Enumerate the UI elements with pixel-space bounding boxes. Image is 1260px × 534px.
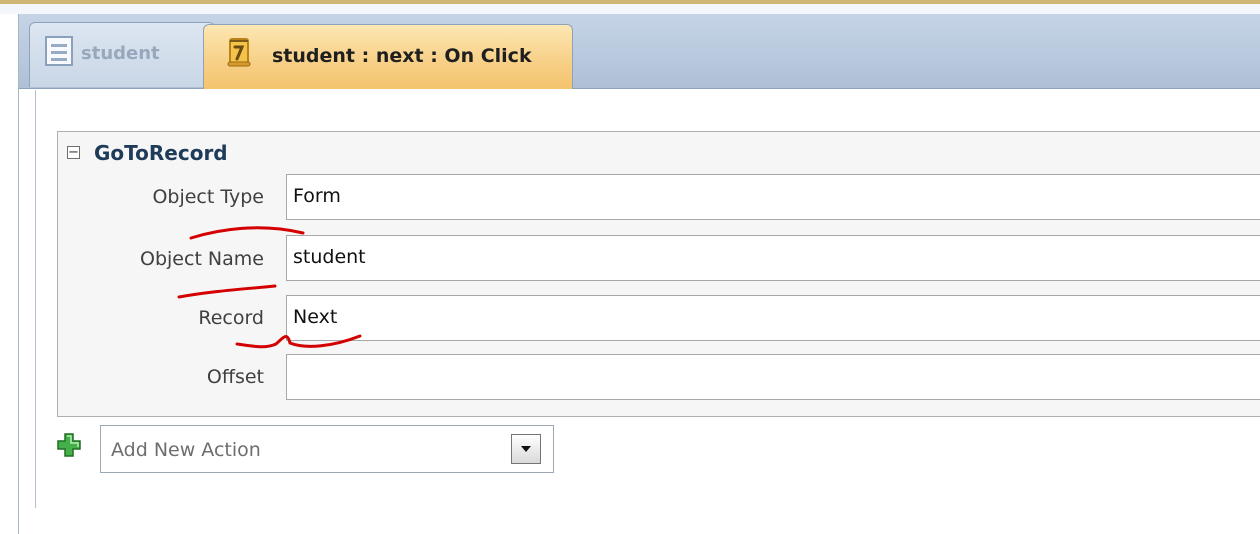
record-field[interactable]: Next [286, 295, 1260, 341]
tab-macro-on-click[interactable]: student : next : On Click [203, 24, 573, 89]
object-name-label: Object Name [140, 248, 264, 270]
tab-label: student : next : On Click [272, 45, 532, 67]
add-new-action-placeholder: Add New Action [111, 439, 261, 461]
tab-student-form[interactable]: student [29, 22, 215, 87]
offset-label: Offset [206, 366, 264, 388]
collapse-action-button[interactable]: − [67, 146, 80, 159]
form-icon [45, 36, 73, 66]
chevron-down-icon[interactable] [511, 434, 541, 464]
action-name: GoToRecord [94, 141, 228, 165]
record-label: Record [198, 307, 264, 329]
offset-field[interactable] [286, 354, 1260, 400]
plus-icon[interactable] [57, 433, 81, 457]
object-type-value: Form [293, 185, 341, 207]
object-name-value: student [293, 246, 366, 268]
window-top-band [0, 4, 1260, 14]
macro-scroll-icon [227, 38, 251, 67]
object-type-field[interactable]: Form [286, 174, 1260, 220]
record-value: Next [293, 306, 338, 328]
tab-label: student [81, 43, 160, 64]
object-type-label: Object Type [152, 186, 264, 208]
object-name-field[interactable]: student [286, 235, 1260, 281]
add-new-action-combobox[interactable]: Add New Action [100, 425, 554, 473]
